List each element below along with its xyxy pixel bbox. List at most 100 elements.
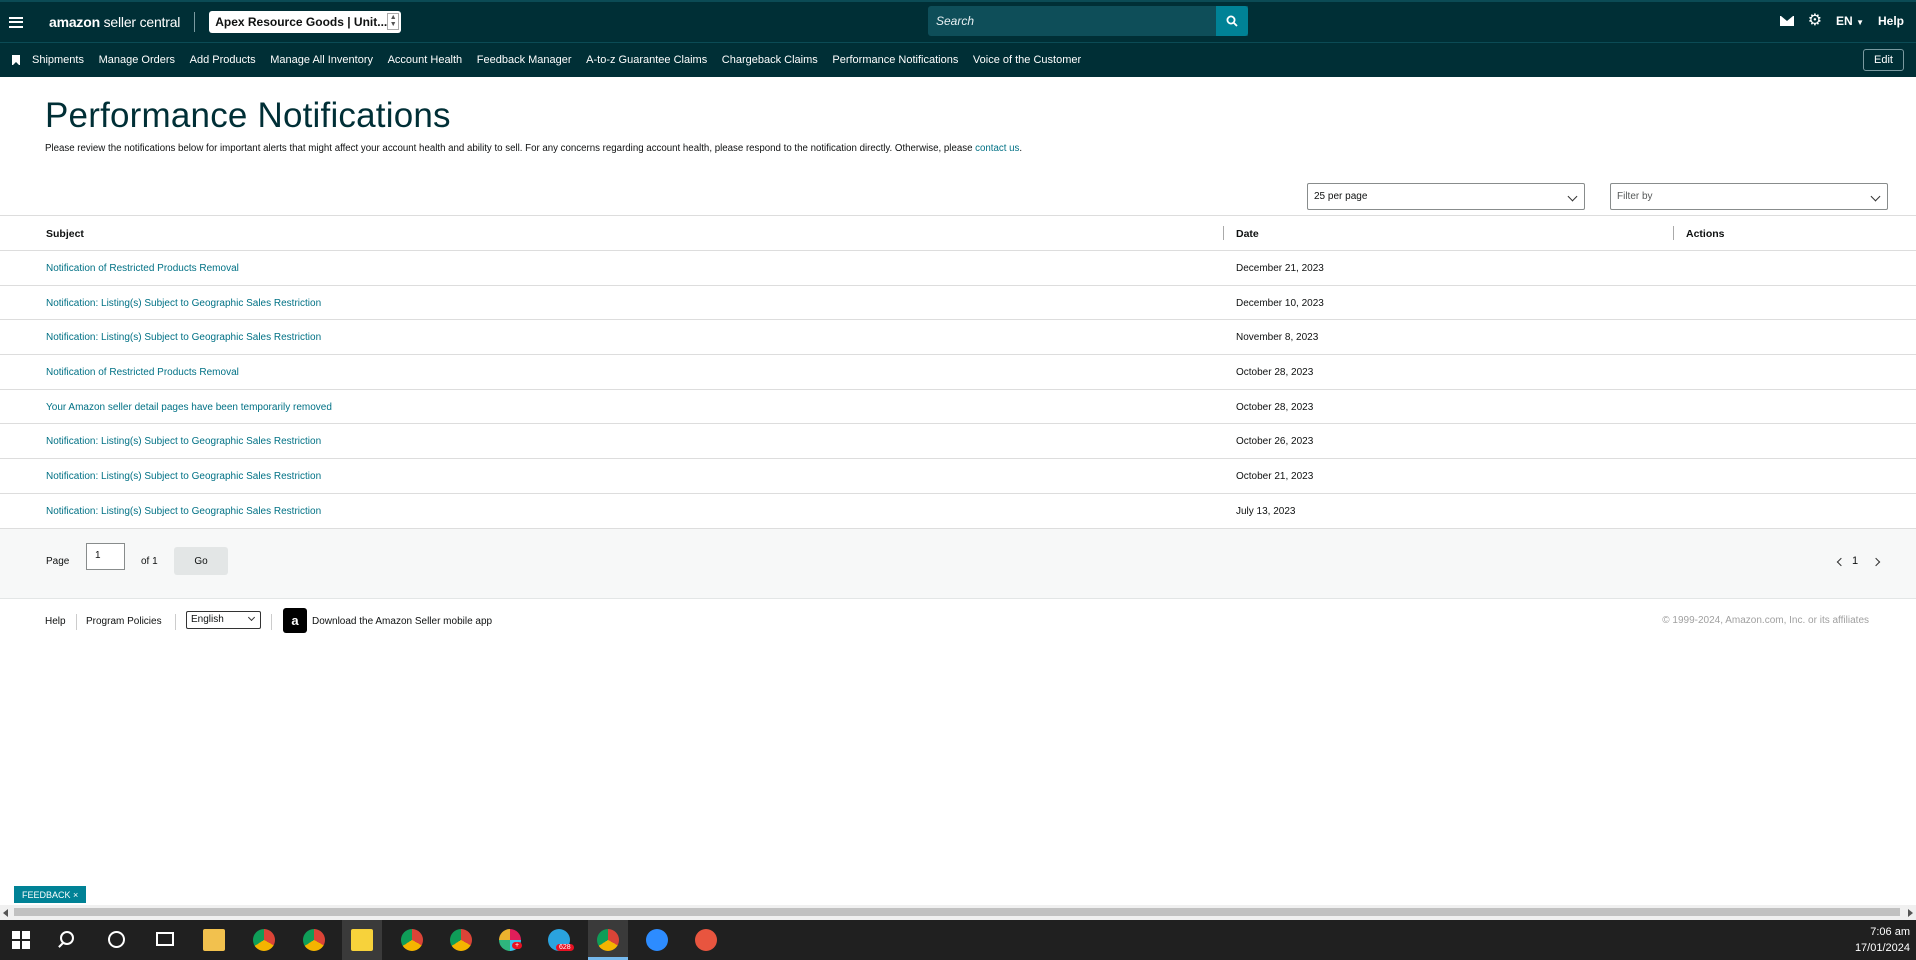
- page-label: Page: [46, 556, 70, 567]
- table-row: Notification of Restricted Products Remo…: [0, 355, 1916, 390]
- page-intro: Please review the notifications below fo…: [45, 143, 1023, 154]
- store-name: Apex Resource Goods | Unit...: [215, 15, 388, 29]
- divider: [175, 614, 176, 630]
- bookmark-icon[interactable]: [12, 55, 20, 66]
- subject-link[interactable]: Your Amazon seller detail pages have bee…: [46, 402, 332, 413]
- menu-icon[interactable]: [0, 1, 32, 43]
- table-row: Notification: Listing(s) Subject to Geog…: [0, 459, 1916, 494]
- chevron-left-icon[interactable]: [1836, 557, 1846, 567]
- chrome-profile-icon[interactable]: [303, 929, 325, 951]
- taskbar-search-icon[interactable]: [60, 931, 74, 945]
- subject-link[interactable]: Notification of Restricted Products Remo…: [46, 263, 239, 274]
- gear-icon[interactable]: ⚙: [1808, 13, 1822, 29]
- footer: Help Program Policies English a Download…: [0, 607, 1916, 635]
- contact-us-link[interactable]: contact us: [975, 143, 1019, 154]
- date-cell: December 10, 2023: [1236, 297, 1324, 309]
- amazon-app-icon[interactable]: a: [283, 608, 307, 633]
- filter-select[interactable]: Filter by: [1610, 183, 1888, 210]
- nav-feedback-manager[interactable]: Feedback Manager: [477, 54, 572, 66]
- language-selector[interactable]: EN ▼: [1836, 14, 1864, 28]
- task-app-icon[interactable]: [695, 929, 717, 951]
- page-number-input[interactable]: 1: [86, 543, 125, 570]
- clock-time: 7:06 am: [1870, 926, 1910, 938]
- divider: [76, 614, 77, 630]
- header-subject[interactable]: Subject: [46, 228, 84, 240]
- mail-icon[interactable]: [1779, 16, 1794, 26]
- pagination-bar: Page 1 of 1 Go 1: [0, 528, 1916, 599]
- subject-link[interactable]: Notification: Listing(s) Subject to Geog…: [46, 436, 321, 447]
- header-date[interactable]: Date: [1236, 228, 1259, 240]
- nav-manage-orders[interactable]: Manage Orders: [99, 54, 175, 66]
- seller-central-logo[interactable]: amazon seller central: [49, 14, 180, 30]
- search-button[interactable]: [1216, 6, 1248, 36]
- download-app-link[interactable]: Download the Amazon Seller mobile app: [312, 616, 492, 627]
- caret-down-icon: ▼: [1856, 18, 1864, 27]
- help-link[interactable]: Help: [1878, 14, 1904, 28]
- subject-link[interactable]: Notification: Listing(s) Subject to Geog…: [46, 332, 321, 343]
- taskbar-clock[interactable]: 7:06 am 17/01/2024: [1855, 924, 1910, 956]
- notifications-table: Subject Date Actions Notification of Res…: [0, 215, 1916, 529]
- scroll-thumb[interactable]: [14, 908, 1900, 916]
- chevron-right-icon[interactable]: [1871, 557, 1881, 567]
- scroll-left-arrow[interactable]: [3, 909, 8, 917]
- clock-date: 17/01/2024: [1854, 942, 1910, 954]
- nav-account-health[interactable]: Account Health: [388, 54, 463, 66]
- nav-shipments[interactable]: Shipments: [32, 54, 84, 66]
- chrome-profile-icon[interactable]: [401, 929, 423, 951]
- footer-language-select[interactable]: English: [186, 611, 261, 629]
- file-explorer-icon[interactable]: [203, 929, 225, 951]
- header-right: ⚙ EN ▼ Help: [1779, 0, 1904, 42]
- page-title: Performance Notifications: [45, 96, 451, 135]
- sticky-notes-icon[interactable]: [351, 929, 373, 951]
- chevron-down-icon: [1870, 191, 1881, 202]
- nav-voice-of-customer[interactable]: Voice of the Customer: [973, 54, 1081, 66]
- feedback-tab[interactable]: FEEDBACK ×: [14, 886, 86, 903]
- subject-link[interactable]: Notification: Listing(s) Subject to Geog…: [46, 506, 321, 517]
- divider: [271, 614, 272, 630]
- chrome-profile-icon[interactable]: [450, 929, 472, 951]
- search-box: [928, 6, 1248, 36]
- table-row: Notification of Restricted Products Remo…: [0, 251, 1916, 286]
- nav-performance-notifications[interactable]: Performance Notifications: [832, 54, 958, 66]
- divider: [194, 12, 196, 32]
- subject-link[interactable]: Notification: Listing(s) Subject to Geog…: [46, 298, 321, 309]
- search-input[interactable]: [928, 14, 1208, 28]
- chevron-down-icon: [1567, 191, 1578, 202]
- scroll-right-arrow[interactable]: [1908, 909, 1913, 917]
- table-row: Notification: Listing(s) Subject to Geog…: [0, 494, 1916, 529]
- nav-manage-inventory[interactable]: Manage All Inventory: [270, 54, 373, 66]
- program-policies-link[interactable]: Program Policies: [86, 616, 162, 627]
- chevron-down-icon: [247, 613, 256, 622]
- search-icon: [1226, 15, 1238, 27]
- store-selector[interactable]: Apex Resource Goods | Unit... ▲ ▼: [209, 11, 402, 33]
- chrome-icon[interactable]: [253, 929, 275, 951]
- date-cell: October 21, 2023: [1236, 471, 1314, 483]
- telegram-badge: 628: [556, 944, 574, 951]
- date-cell: December 21, 2023: [1236, 263, 1324, 274]
- horizontal-scrollbar[interactable]: [0, 905, 1916, 920]
- date-cell: July 13, 2023: [1236, 505, 1296, 517]
- column-resizer[interactable]: [1673, 226, 1674, 240]
- windows-start-icon[interactable]: [12, 931, 30, 949]
- chrome-profile-icon[interactable]: [597, 929, 619, 951]
- date-cell: October 26, 2023: [1236, 436, 1314, 448]
- subject-link[interactable]: Notification: Listing(s) Subject to Geog…: [46, 471, 321, 482]
- table-header: Subject Date Actions: [0, 215, 1916, 251]
- current-page[interactable]: 1: [1852, 555, 1858, 567]
- date-cell: November 8, 2023: [1236, 332, 1319, 344]
- cortana-icon[interactable]: [108, 931, 125, 948]
- task-view-icon[interactable]: [156, 932, 174, 946]
- nav-chargeback-claims[interactable]: Chargeback Claims: [722, 54, 818, 66]
- nav-add-products[interactable]: Add Products: [190, 54, 256, 66]
- per-page-select[interactable]: 25 per page: [1307, 183, 1585, 210]
- zoom-icon[interactable]: [646, 929, 668, 951]
- column-resizer[interactable]: [1223, 226, 1224, 240]
- windows-taskbar: + 628 7:06 am 17/01/2024: [0, 920, 1916, 960]
- date-cell: October 28, 2023: [1236, 367, 1314, 379]
- nav-atoz-claims[interactable]: A-to-z Guarantee Claims: [586, 54, 707, 66]
- go-button[interactable]: Go: [174, 547, 228, 575]
- subject-link[interactable]: Notification of Restricted Products Remo…: [46, 367, 239, 378]
- footer-help-link[interactable]: Help: [45, 616, 66, 627]
- edit-nav-button[interactable]: Edit: [1863, 49, 1904, 71]
- slack-badge: +: [512, 942, 523, 949]
